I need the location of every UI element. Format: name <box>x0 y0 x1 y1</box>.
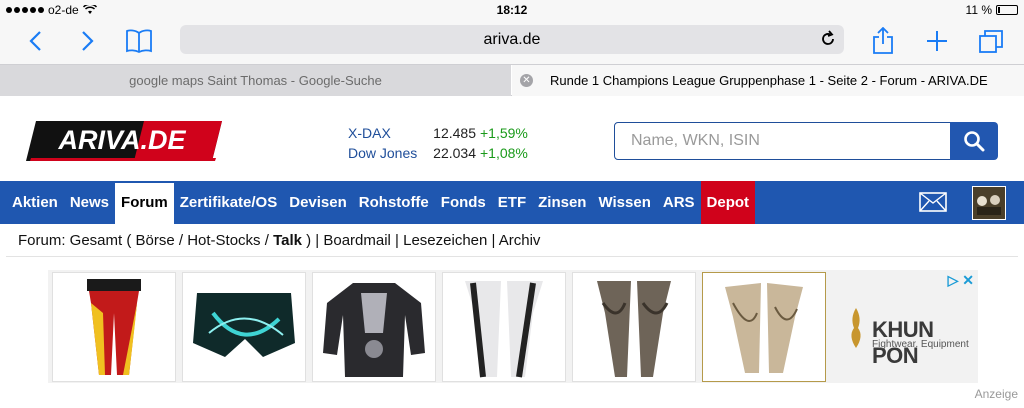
quote-row[interactable]: X-DAX 12.485 +1,59% <box>348 123 528 143</box>
tab-label: google maps Saint Thomas - Google-Suche <box>129 73 382 88</box>
shorts-image <box>193 293 295 357</box>
book-icon <box>126 29 152 53</box>
tabs-icon <box>979 30 1003 53</box>
battery-icon <box>996 5 1018 15</box>
nav-item-forum[interactable]: Forum <box>115 181 174 224</box>
ariva-logo[interactable]: ARIVA.DE <box>26 121 222 161</box>
search-icon <box>964 131 985 152</box>
status-bar: o2-de 18:12 11 % <box>0 0 1024 20</box>
quote-value: 22.034 <box>433 145 476 161</box>
quote-row[interactable]: Dow Jones 22.034 +1,08% <box>348 143 528 163</box>
ad-label: Anzeige <box>974 387 1018 401</box>
nav-item-wissen[interactable]: Wissen <box>592 181 656 224</box>
plus-icon <box>927 31 947 51</box>
quote-name[interactable]: X-DAX <box>348 123 424 143</box>
clock: 18:12 <box>496 3 528 17</box>
quote-name[interactable]: Dow Jones <box>348 143 424 163</box>
url-text: ariva.de <box>483 31 541 48</box>
search-input[interactable] <box>614 122 951 160</box>
nav-item-aktien[interactable]: Aktien <box>6 181 64 224</box>
quote-change: +1,08% <box>480 145 528 161</box>
tab-google-maps[interactable]: google maps Saint Thomas - Google-Suche <box>0 65 511 96</box>
brand-logo-icon <box>851 308 861 348</box>
breadcrumb: Forum: Gesamt ( Börse / Hot-Stocks / Tal… <box>18 232 540 249</box>
market-quotes: X-DAX 12.485 +1,59% Dow Jones 22.034 +1,… <box>348 123 528 163</box>
main-nav: Aktien News Forum Zertifikate/OS Devisen… <box>0 181 1024 224</box>
nav-item-fonds[interactable]: Fonds <box>435 181 492 224</box>
address-bar[interactable]: ariva.de <box>180 25 844 54</box>
bookmarks-button[interactable] <box>122 24 156 58</box>
tab-label: Runde 1 Champions League Gruppenphase 1 … <box>550 73 988 88</box>
logo-text: ARIVA.DE <box>57 125 186 155</box>
adchoices-icon[interactable]: ▷ ✕ <box>948 272 974 289</box>
share-button[interactable] <box>866 24 900 58</box>
divider <box>6 256 1018 257</box>
chevron-right-icon <box>82 31 94 51</box>
tab-bar: google maps Saint Thomas - Google-Suche … <box>0 64 1024 96</box>
mail-icon[interactable] <box>919 192 947 212</box>
avatar[interactable] <box>972 186 1006 220</box>
status-right: 11 % <box>966 3 1018 17</box>
forward-button[interactable] <box>71 24 105 58</box>
rashguard-image <box>323 283 425 377</box>
ad-product-2[interactable] <box>182 272 306 382</box>
leggings-image <box>597 281 671 377</box>
breadcrumb-prefix[interactable]: Forum: Gesamt ( Börse / Hot-Stocks / <box>18 232 273 249</box>
ad-product-6[interactable] <box>702 272 826 382</box>
ad-banner[interactable]: ▷ ✕ KHUN PON Fightwear. Equipment <box>48 270 978 383</box>
close-tab-icon[interactable]: ✕ <box>520 74 533 87</box>
new-tab-button[interactable] <box>920 24 954 58</box>
breadcrumb-suffix[interactable]: ) | Boardmail | Lesezeichen | Archiv <box>302 232 540 249</box>
nav-item-rohstoffe[interactable]: Rohstoffe <box>353 181 435 224</box>
ad-product-1[interactable] <box>52 272 176 382</box>
share-icon <box>873 27 893 54</box>
site-search <box>614 122 998 160</box>
tabs-overview-button[interactable] <box>974 24 1008 58</box>
nav-item-zertifikate[interactable]: Zertifikate/OS <box>174 181 284 224</box>
avatar-image <box>973 187 1005 219</box>
chevron-left-icon <box>29 31 41 51</box>
reload-icon[interactable] <box>818 29 838 49</box>
search-button[interactable] <box>950 122 998 160</box>
ad-brand[interactable]: ▷ ✕ KHUN PON Fightwear. Equipment <box>834 270 978 383</box>
leggings-image <box>725 283 803 373</box>
leggings-image <box>465 281 543 378</box>
battery-percent: 11 % <box>965 3 992 17</box>
browser-toolbar: ariva.de <box>0 20 1024 64</box>
leggings-image <box>87 279 141 375</box>
nav-item-news[interactable]: News <box>64 181 115 224</box>
quote-change: +1,59% <box>480 125 528 141</box>
breadcrumb-current: Talk <box>273 232 302 249</box>
nav-list: Aktien News Forum Zertifikate/OS Devisen… <box>6 181 756 224</box>
back-button[interactable] <box>18 24 52 58</box>
nav-item-devisen[interactable]: Devisen <box>283 181 353 224</box>
nav-item-depot[interactable]: Depot <box>700 181 756 224</box>
ad-product-5[interactable] <box>572 272 696 382</box>
nav-item-etf[interactable]: ETF <box>492 181 532 224</box>
nav-item-ars[interactable]: ARS <box>657 181 701 224</box>
ad-product-4[interactable] <box>442 272 566 382</box>
nav-item-zinsen[interactable]: Zinsen <box>532 181 592 224</box>
tab-ariva-forum[interactable]: ✕ Runde 1 Champions League Gruppenphase … <box>512 65 1024 96</box>
brand-tagline: Fightwear. Equipment <box>872 339 969 350</box>
ad-product-3[interactable] <box>312 272 436 382</box>
quote-value: 12.485 <box>433 125 476 141</box>
